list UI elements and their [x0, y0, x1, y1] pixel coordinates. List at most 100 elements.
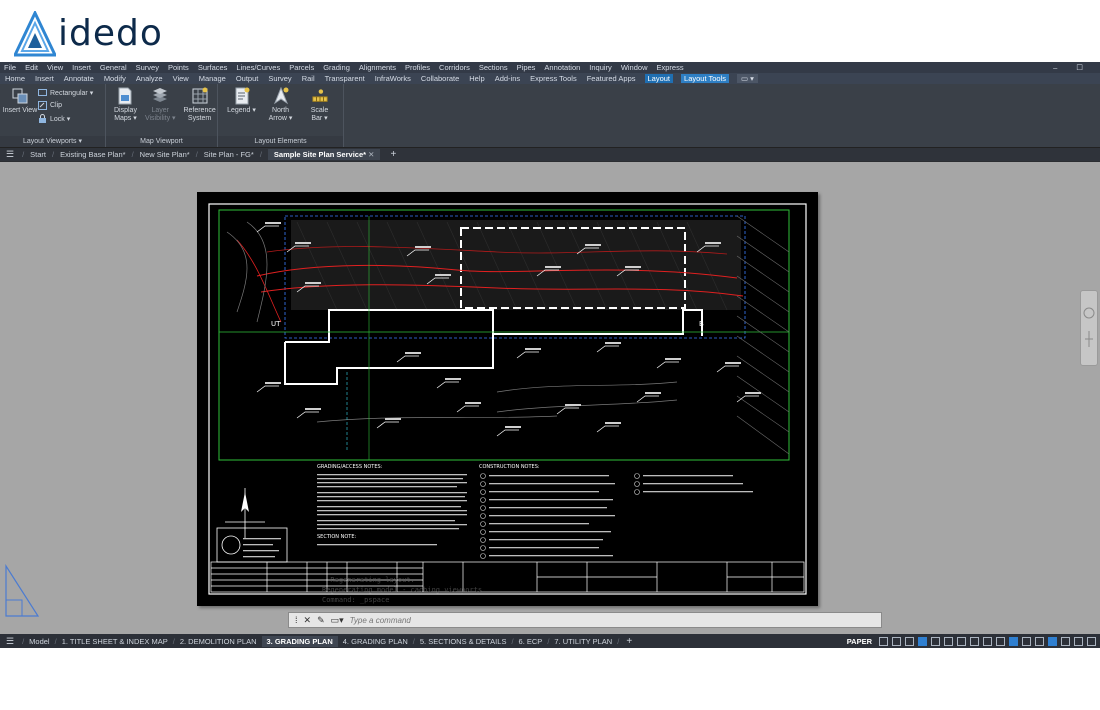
infer-icon[interactable]: [905, 636, 914, 646]
layout-tab-grading-plan-active[interactable]: 3. GRADING PLAN: [261, 635, 338, 647]
layout-tab-model[interactable]: Model: [29, 637, 49, 646]
tab-insert[interactable]: Insert: [34, 74, 55, 83]
new-tab-plus-icon[interactable]: +: [390, 149, 396, 160]
panel-map-viewport: Display Maps ▾ Layer Visibility ▾ Refere…: [106, 84, 218, 147]
menu-grading[interactable]: Grading: [323, 63, 350, 72]
tab-help[interactable]: Help: [468, 74, 485, 83]
menu-edit[interactable]: Edit: [25, 63, 38, 72]
reference-system-icon: [192, 87, 208, 105]
command-grip-icon[interactable]: ⁞: [295, 615, 298, 626]
isodraft-icon[interactable]: [944, 636, 953, 646]
menu-general[interactable]: General: [100, 63, 127, 72]
minimize-button[interactable]: –: [1053, 63, 1057, 72]
menu-pipes[interactable]: Pipes: [517, 63, 536, 72]
workspace-gear-icon[interactable]: [983, 636, 992, 646]
clean-screen-icon[interactable]: [1074, 636, 1083, 646]
layout-tab-grading-plan-4[interactable]: 4. GRADING PLAN: [343, 637, 408, 646]
menu-view[interactable]: View: [47, 63, 63, 72]
command-history: Regenerating layout. Regenerating model …: [322, 576, 487, 604]
tab-modify[interactable]: Modify: [103, 74, 127, 83]
command-line[interactable]: ⁞ ✕ ✎ ▭▾ Type a command: [288, 612, 882, 628]
tab-survey[interactable]: Survey: [267, 74, 292, 83]
menu-insert[interactable]: Insert: [72, 63, 91, 72]
file-tab-new-site-plan[interactable]: New Site Plan*: [140, 150, 190, 159]
menu-window[interactable]: Window: [621, 63, 648, 72]
ribbon-minimize-toggle[interactable]: ▭ ▾: [737, 74, 758, 83]
tab-analyze[interactable]: Analyze: [135, 74, 164, 83]
tab-add-ins[interactable]: Add-ins: [494, 74, 521, 83]
customization-icon[interactable]: [1087, 636, 1096, 646]
rectangular-button[interactable]: Rectangular ▾: [38, 87, 93, 98]
tab-rail[interactable]: Rail: [301, 74, 316, 83]
menu-surfaces[interactable]: Surfaces: [198, 63, 228, 72]
menu-file[interactable]: File: [4, 63, 16, 72]
menu-express[interactable]: Express: [657, 63, 684, 72]
command-customize-icon[interactable]: ✎: [317, 615, 325, 626]
tab-annotate[interactable]: Annotate: [63, 74, 95, 83]
restore-button[interactable]: ☐: [1076, 63, 1083, 72]
polar-icon[interactable]: [931, 636, 940, 646]
tab-featured-apps[interactable]: Featured Apps: [586, 74, 637, 83]
layout-sheet: UT B GRADING/ACCESS NOTES: CONSTRUCTION …: [197, 192, 818, 606]
lock-button[interactable]: Lock ▾: [38, 113, 93, 124]
menu-survey[interactable]: Survey: [136, 63, 159, 72]
file-tabs-menu-icon[interactable]: ☰: [6, 149, 14, 160]
layout-tab-ecp[interactable]: 6. ECP: [519, 637, 543, 646]
tab-layout[interactable]: Layout: [644, 74, 674, 83]
file-tab-existing-base-plan[interactable]: Existing Base Plan*: [60, 150, 125, 159]
menu-annotation[interactable]: Annotation: [544, 63, 580, 72]
hardware-acceleration-icon[interactable]: [1061, 636, 1070, 646]
layout-tab-utility-plan[interactable]: 7. UTILITY PLAN: [554, 637, 612, 646]
menu-points[interactable]: Points: [168, 63, 189, 72]
ortho-icon[interactable]: [918, 636, 927, 646]
command-input[interactable]: Type a command: [350, 616, 411, 625]
new-layout-plus-icon[interactable]: +: [626, 636, 632, 647]
status-tray: PAPER: [847, 634, 1096, 648]
file-tab-start[interactable]: Start: [30, 150, 46, 159]
annotation-monitor-icon[interactable]: [996, 636, 1005, 646]
command-close-icon[interactable]: ✕: [304, 615, 312, 626]
layout-tab-demolition-plan[interactable]: 2. DEMOLITION PLAN: [180, 637, 257, 646]
isolate-objects-icon[interactable]: [1048, 636, 1057, 646]
menu-sections[interactable]: Sections: [479, 63, 508, 72]
lock-ui-icon[interactable]: [1035, 636, 1044, 646]
layout-tab-sections-details[interactable]: 5. SECTIONS & DETAILS: [420, 637, 507, 646]
tab-home[interactable]: Home: [4, 74, 26, 83]
snap-icon[interactable]: [892, 636, 901, 646]
tab-express-tools[interactable]: Express Tools: [529, 74, 578, 83]
grid-icon[interactable]: [879, 636, 888, 646]
layout-tabs-menu-icon[interactable]: ☰: [6, 636, 14, 647]
tab-infraworks[interactable]: InfraWorks: [374, 74, 412, 83]
menu-profiles[interactable]: Profiles: [405, 63, 430, 72]
paper-space-toggle[interactable]: PAPER: [847, 637, 872, 646]
layout-viewports-title[interactable]: Layout Viewports ▾: [0, 136, 105, 147]
drawing-canvas[interactable]: UT B GRADING/ACCESS NOTES: CONSTRUCTION …: [0, 162, 1100, 634]
tab-layout-tools[interactable]: Layout Tools: [681, 74, 730, 83]
file-tab-site-plan-fg[interactable]: Site Plan - FG*: [204, 150, 254, 159]
command-recent-icon[interactable]: ▭▾: [331, 615, 344, 626]
quick-properties-icon[interactable]: [1022, 636, 1031, 646]
menu-inquiry[interactable]: Inquiry: [589, 63, 612, 72]
menu-lines-curves[interactable]: Lines/Curves: [236, 63, 280, 72]
callout-ut: UT: [271, 320, 281, 328]
file-tab-sample-site-plan-service[interactable]: Sample Site Plan Service* ✕: [267, 149, 381, 160]
tab-manage[interactable]: Manage: [198, 74, 227, 83]
menu-corridors[interactable]: Corridors: [439, 63, 470, 72]
units-icon[interactable]: [1009, 636, 1018, 646]
tab-collaborate[interactable]: Collaborate: [420, 74, 460, 83]
clip-button[interactable]: Clip: [38, 100, 93, 111]
sheet-north-arrow-icon: [225, 488, 265, 538]
annotation-scale-icon[interactable]: [970, 636, 979, 646]
menu-parcels[interactable]: Parcels: [289, 63, 314, 72]
north-arrow-icon: [273, 87, 289, 105]
navigation-bar[interactable]: [1080, 290, 1098, 366]
layout-tab-title-sheet[interactable]: 1. TITLE SHEET & INDEX MAP: [62, 637, 168, 646]
tab-output[interactable]: Output: [235, 74, 260, 83]
object-snap-icon[interactable]: [957, 636, 966, 646]
close-tab-icon[interactable]: ✕: [368, 150, 374, 159]
ribbon: Insert View Rectangular ▾ Clip Lock ▾ La…: [0, 84, 1100, 148]
menu-alignments[interactable]: Alignments: [359, 63, 396, 72]
tab-view[interactable]: View: [172, 74, 190, 83]
tab-transparent[interactable]: Transparent: [324, 74, 366, 83]
steering-wheel-icon[interactable]: [1081, 291, 1097, 365]
